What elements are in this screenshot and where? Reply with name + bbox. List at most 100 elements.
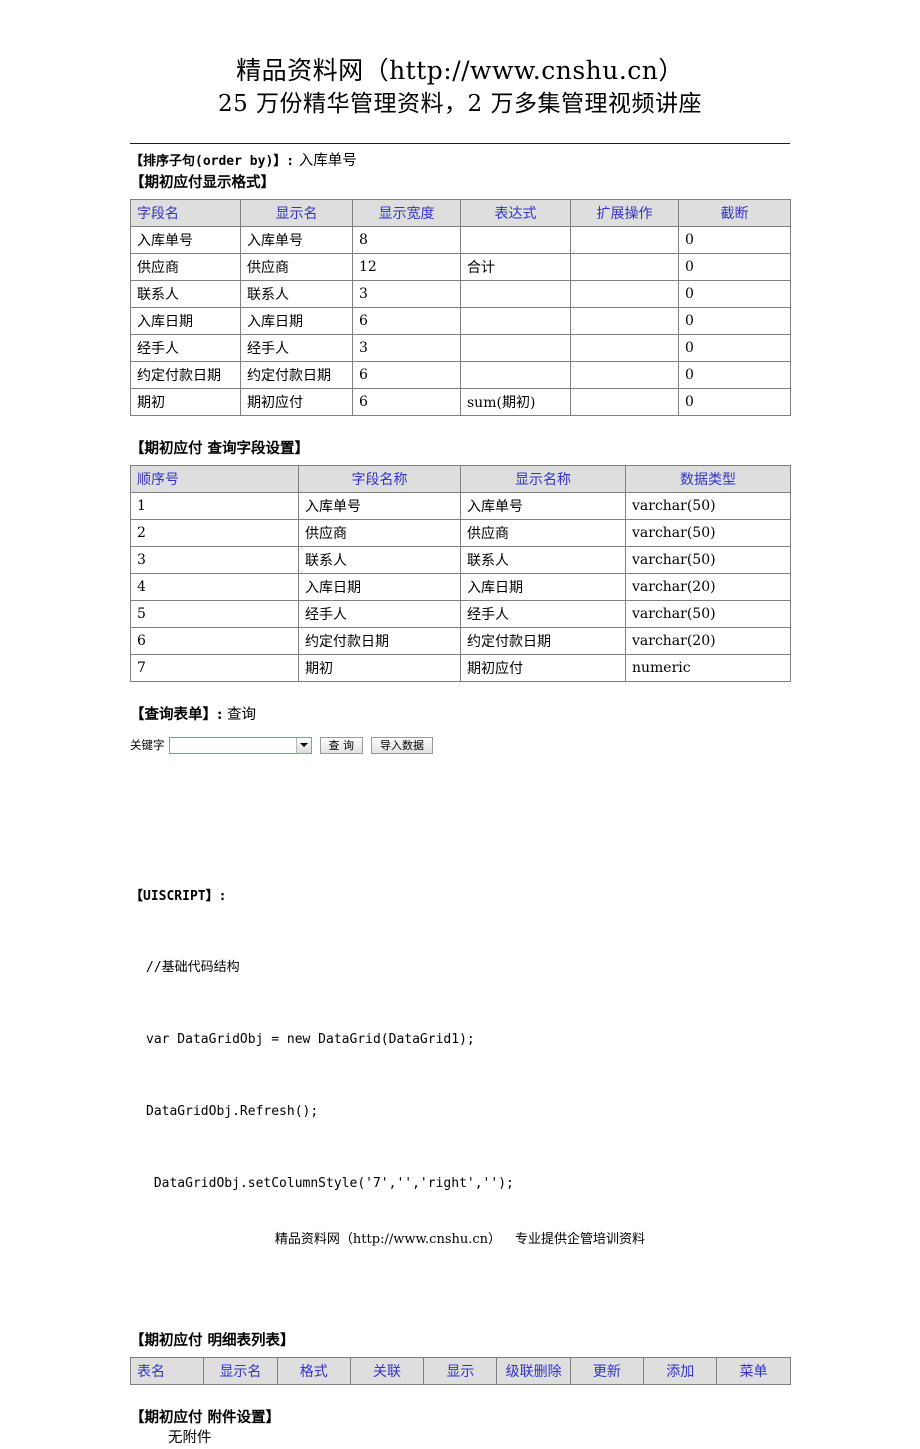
cell-sequence: 4 [130,573,299,601]
table-row: 3 联系人 联系人 varchar(50) [130,546,791,574]
cell-sequence: 2 [130,519,299,547]
cell-data-type: varchar(20) [625,627,791,655]
cell-extend-op [570,226,679,254]
import-data-button[interactable]: 导入数据 [371,736,433,754]
cell-sequence: 3 [130,546,299,574]
cell-extend-op [570,253,679,281]
cell-data-type: varchar(50) [625,492,791,520]
cell-field-name: 联系人 [298,546,461,574]
cell-field-name: 供应商 [298,519,461,547]
cell-extend-op [570,388,679,416]
col-header-expression: 表达式 [460,199,571,227]
cell-field-name: 经手人 [298,600,461,628]
query-fields-title: 【期初应付 查询字段设置】 [130,440,310,457]
table-row: 1 入库单号 入库单号 varchar(50) [130,492,791,520]
query-form-widgets: 关键字 查 询 导入数据 [130,736,790,754]
order-by-value: 入库单号 [298,153,357,169]
cell-extend-op [570,361,679,389]
table-row: 7 期初 期初应付 numeric [130,654,791,682]
cell-data-type: varchar(50) [625,519,791,547]
cell-field-name: 入库单号 [298,492,461,520]
cell-expression: 合计 [460,253,571,281]
page-banner: 精品资料网（http://www.cnshu.cn） 25 万份精华管理资料，2… [0,54,920,121]
query-button[interactable]: 查 询 [319,736,363,754]
cell-display-name: 入库日期 [460,573,626,601]
code-line: DataGridObj.Refresh(); [146,1104,319,1119]
chevron-down-icon [299,743,308,747]
footer-site: 精品资料网（http://www.cnshu.cn） [274,1232,502,1247]
cell-field-name: 入库日期 [130,307,241,335]
col-header-display-name: 显示名 [240,199,353,227]
col-header-add: 添加 [643,1357,718,1385]
uiscript-code: //基础代码结构 var DataGridObj = new DataGrid(… [130,908,790,1244]
attachments-title: 【期初应付 附件设置】 [130,1409,281,1426]
order-by-line: 【排序子句(order by)】: 入库单号 [130,151,790,172]
attachments-value: 无附件 [168,1430,212,1446]
cell-field-name: 约定付款日期 [298,627,461,655]
cell-display-name: 期初应付 [460,654,626,682]
cell-display-name: 联系人 [240,280,353,308]
detail-tables-table-header: 表名 显示名 格式 关联 显示 级联删除 更新 添加 菜单 [129,1357,791,1385]
code-line: //基础代码结构 [146,960,240,975]
col-header-sequence: 顺序号 [130,465,299,493]
table-row: 经手人 经手人 3 0 [130,334,791,362]
col-header-data-type: 数据类型 [625,465,791,493]
col-header-truncate: 截断 [678,199,791,227]
cell-sequence: 1 [130,492,299,520]
table-row: 约定付款日期 约定付款日期 6 0 [130,361,791,389]
table-row: 6 约定付款日期 约定付款日期 varchar(20) [130,627,791,655]
code-line: var DataGridObj = new DataGrid(DataGrid1… [146,1032,475,1047]
combobox-dropdown-button[interactable] [296,737,311,753]
cell-display-width: 8 [352,226,461,254]
cell-display-width: 6 [352,307,461,335]
cell-expression [460,280,571,308]
cell-display-name: 入库日期 [240,307,353,335]
keyword-input[interactable] [169,737,297,753]
table-row: 入库单号 入库单号 8 0 [130,226,791,254]
query-fields-table-header: 顺序号 字段名称 显示名称 数据类型 [130,465,791,493]
table-row: 联系人 联系人 3 0 [130,280,791,308]
query-form-value: 查询 [226,707,256,723]
order-by-label: 【排序子句(order by)】: [130,154,295,169]
display-format-table-body: 入库单号 入库单号 8 0 供应商 供应商 12 合计 0 联系人 联系人 3 … [130,226,791,416]
cell-display-name: 约定付款日期 [240,361,353,389]
cell-sequence: 6 [130,627,299,655]
table-row: 入库日期 入库日期 6 0 [130,307,791,335]
keyword-combobox[interactable] [168,736,312,754]
query-fields-table: 顺序号 字段名称 显示名称 数据类型 1 入库单号 入库单号 varchar(5… [130,465,791,682]
banner-tagline-line: 25 万份精华管理资料，2 万多集管理视频讲座 [217,91,703,117]
cell-display-name: 期初应付 [240,388,353,416]
cell-field-name: 联系人 [130,280,241,308]
col-header-update: 更新 [569,1357,645,1385]
col-header-format: 格式 [276,1357,351,1385]
cell-truncate: 0 [678,307,791,335]
cell-expression: sum(期初) [460,388,571,416]
query-form-title: 【查询表单】: 查询 [130,704,790,726]
cell-display-width: 6 [352,361,461,389]
col-header-field-name: 字段名 [130,199,241,227]
cell-field-name: 入库日期 [298,573,461,601]
cell-data-type: numeric [625,654,791,682]
cell-data-type: varchar(50) [625,600,791,628]
table-header-row: 字段名 显示名 显示宽度 表达式 扩展操作 截断 [130,199,791,227]
cell-truncate: 0 [678,361,791,389]
footer-tagline: 专业提供企管培训资料 [515,1232,646,1247]
cell-display-width: 12 [352,253,461,281]
display-format-title: 【期初应付显示格式】 [130,174,275,191]
cell-display-name: 入库单号 [240,226,353,254]
detail-tables-table: 表名 显示名 格式 关联 显示 级联删除 更新 添加 菜单 [129,1357,791,1385]
uiscript-title: 【UISCRIPT】: [130,889,227,904]
cell-display-name: 联系人 [460,546,626,574]
banner-site-line: 精品资料网（http://www.cnshu.cn） [236,56,684,85]
document-page: 精品资料网（http://www.cnshu.cn） 25 万份精华管理资料，2… [0,0,920,1446]
cell-expression [460,226,571,254]
col-header-display: 显示 [423,1357,498,1385]
detail-tables-title: 【期初应付 明细表列表】 [130,1332,295,1349]
col-header-field-name: 字段名称 [298,465,461,493]
table-row: 供应商 供应商 12 合计 0 [130,253,791,281]
cell-display-width: 3 [352,334,461,362]
col-header-menu: 菜单 [716,1357,791,1385]
